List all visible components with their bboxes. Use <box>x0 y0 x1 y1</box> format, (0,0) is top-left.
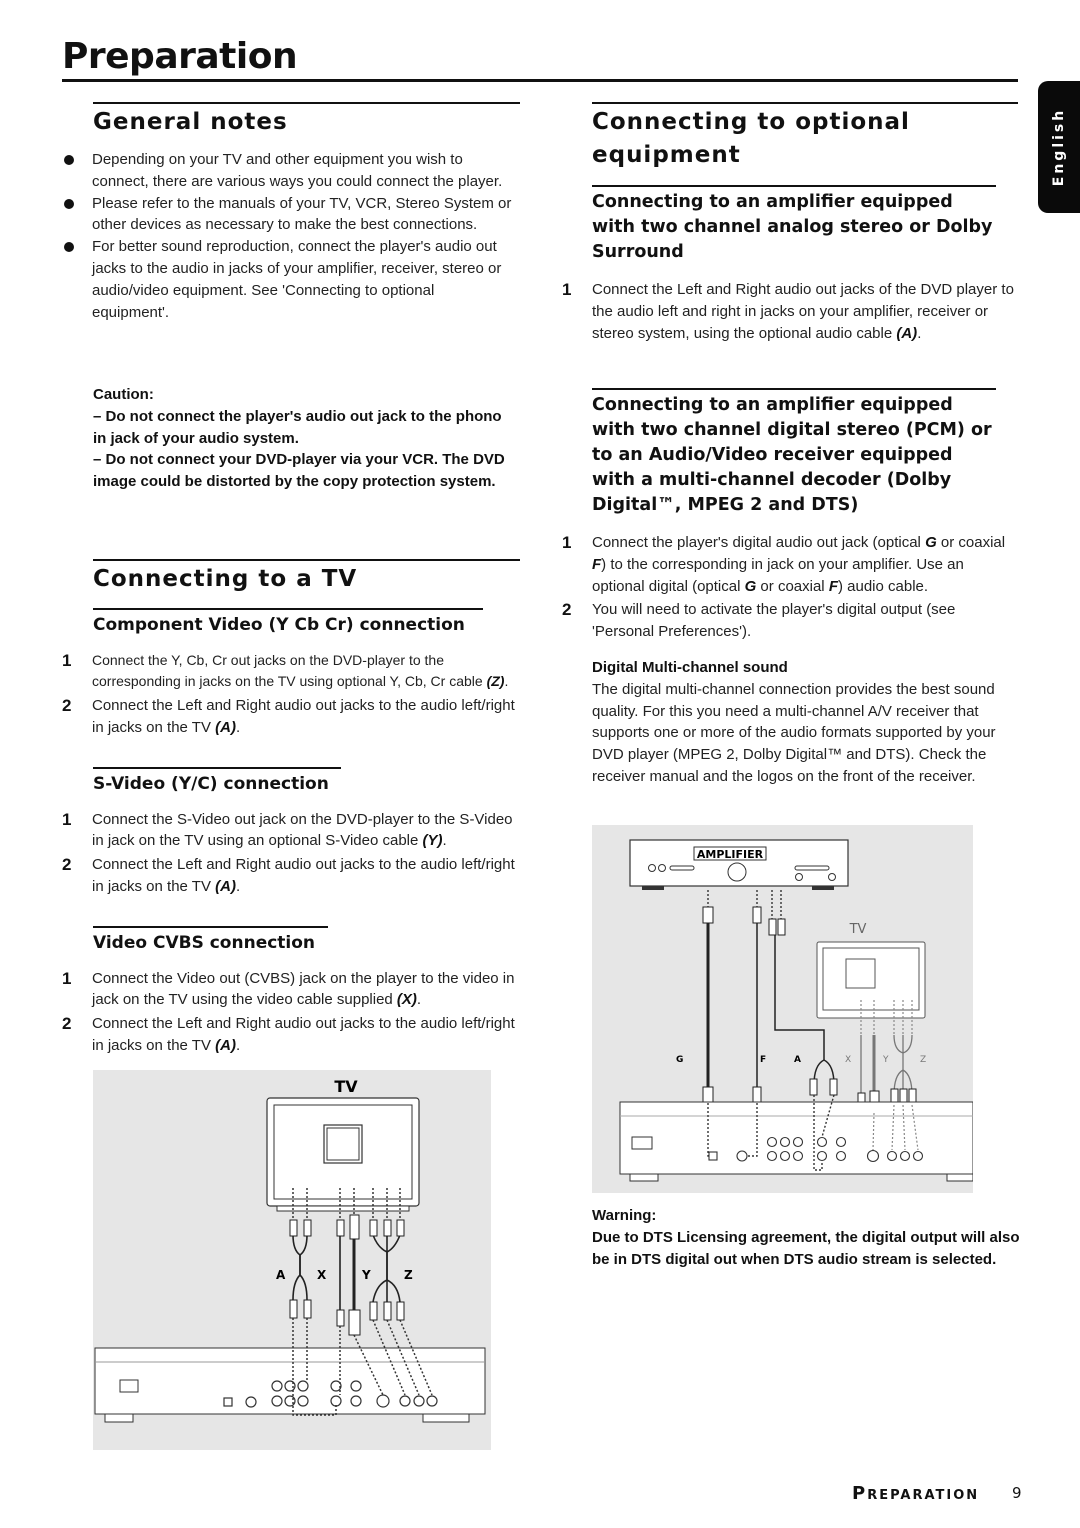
s-video-heading: S-Video (Y/C) connection <box>93 767 341 797</box>
cable-label-x: X <box>845 1055 851 1065</box>
optional-equipment-heading: Connecting to optional equipment <box>592 102 1018 172</box>
warning-label: Warning: <box>592 1207 657 1224</box>
step-item: 2 You will need to activate the player's … <box>562 600 956 641</box>
dvd-player-rear-panel <box>94 1347 486 1423</box>
connecting-tv-heading: Connecting to a TV <box>93 559 520 595</box>
connecting-tv-section: Connecting to a TV <box>93 559 520 595</box>
tv-illustration <box>266 1097 420 1212</box>
component-video-heading: Component Video (Y Cb Cr) connection <box>93 608 483 638</box>
analog-amplifier-section: Connecting to an amplifier equipped with… <box>562 185 1018 346</box>
cables <box>706 920 835 1095</box>
language-tab: English <box>1038 81 1080 213</box>
cable-label-y: Y <box>882 1055 889 1065</box>
cable-label-x: X <box>317 1268 327 1282</box>
cable-labels: G F A X Y Z <box>676 1055 926 1065</box>
general-notes-section: General notes <box>93 102 520 138</box>
optional-equipment-section: Connecting to optional equipment <box>592 102 1018 172</box>
step-item: 1 Connect the Video out (CVBS) jack on th… <box>62 968 515 1009</box>
amplifier-illustration: AMPLIFIER <box>629 839 849 890</box>
dvd-player-rear-panel <box>619 1101 973 1182</box>
caution-item: – Do not connect your DVD-player via you… <box>93 451 505 491</box>
page-title: Preparation <box>62 36 298 77</box>
diagram-tv-label: TV <box>334 1077 358 1096</box>
note-item: Depending on your TV and other equipment… <box>62 149 512 193</box>
tv-illustration <box>816 941 926 1019</box>
cable-label-y: Y <box>361 1268 371 1282</box>
language-tab-label: English <box>1051 107 1067 187</box>
component-video-section: Component Video (Y Cb Cr) connection 1 Co… <box>62 608 522 741</box>
tv-connection-diagram: TV A X Y Z <box>93 1070 491 1450</box>
step-item: 2 Connect the Left and Right audio out ja… <box>62 1014 515 1055</box>
cable-label-g: G <box>676 1055 683 1065</box>
cables <box>292 1234 401 1310</box>
cable-label-a: A <box>794 1055 801 1065</box>
step-item: 1 Connect the Left and Right audio out ja… <box>562 280 1014 342</box>
caution-label: Caution: <box>93 386 154 403</box>
general-notes-list: Depending on your TV and other equipment… <box>62 149 512 323</box>
multichannel-text: The digital multi-channel connection pro… <box>592 680 996 785</box>
caution-box: Caution: – Do not connect the player's a… <box>93 384 513 493</box>
cable-label-f: F <box>760 1055 766 1065</box>
amplifier-connection-diagram: AMPLIFIER TV G F A X Y Z <box>592 825 973 1193</box>
step-item: 1 Connect the Y, Cb, Cr out jacks on the … <box>62 650 509 690</box>
general-notes-heading: General notes <box>93 102 520 138</box>
caution-item: – Do not connect the player's audio out … <box>93 407 502 447</box>
multichannel-block: Digital Multi-channel sound The digital … <box>592 657 1018 788</box>
footer-section-title: Preparation <box>852 1483 980 1504</box>
digital-amplifier-heading: Connecting to an amplifier equipped with… <box>592 388 996 518</box>
cable-label-z: Z <box>404 1268 413 1282</box>
cable-label-a: A <box>276 1268 286 1282</box>
step-item: 1 Connect the player's digital audio out … <box>562 533 1006 595</box>
cvbs-heading: Video CVBS connection <box>93 926 328 956</box>
cable-label-z: Z <box>920 1055 926 1065</box>
right-diagram-tv-label: TV <box>849 922 867 937</box>
s-video-section: S-Video (Y/C) connection 1 Connect the S-… <box>62 767 522 900</box>
note-item: Please refer to the manuals of your TV, … <box>62 193 512 237</box>
warning-box: Warning: Due to DTS Licensing agreement,… <box>592 1205 1022 1270</box>
note-item: For better sound reproduction, connect t… <box>62 236 512 323</box>
digital-amplifier-section: Connecting to an amplifier equipped with… <box>562 388 1018 788</box>
warning-text: Due to DTS Licensing agreement, the digi… <box>592 1228 1020 1268</box>
analog-amplifier-heading: Connecting to an amplifier equipped with… <box>592 185 996 265</box>
title-rule <box>62 79 1018 82</box>
step-item: 1 Connect the S-Video out jack on the DVD… <box>62 809 513 850</box>
step-item: 2 Connect the Left and Right audio out ja… <box>62 696 515 737</box>
cvbs-section: Video CVBS connection 1 Connect the Video… <box>62 926 522 1059</box>
page-number: 9 <box>1012 1484 1022 1502</box>
multichannel-heading: Digital Multi-channel sound <box>592 658 788 676</box>
step-item: 2 Connect the Left and Right audio out ja… <box>62 855 515 896</box>
amplifier-label: AMPLIFIER <box>697 848 764 861</box>
